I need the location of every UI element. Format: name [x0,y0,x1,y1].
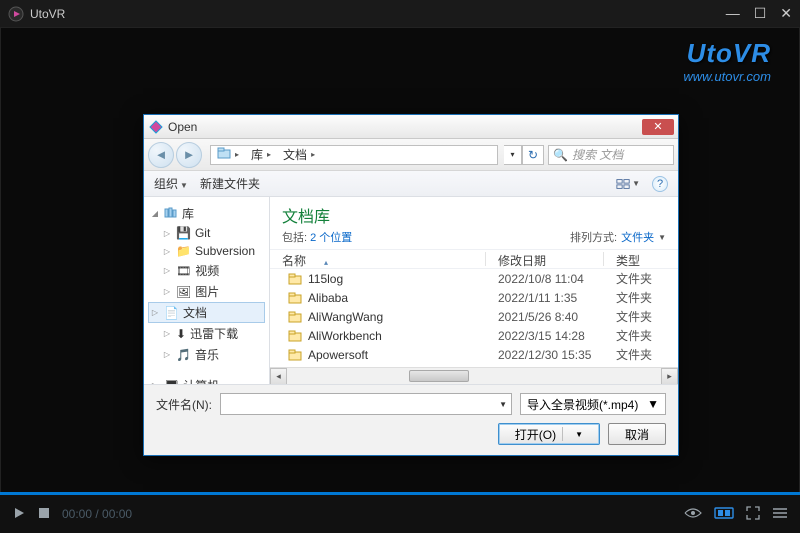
app-title: UtoVR [30,7,726,21]
folder-icon [288,330,302,342]
file-row[interactable]: Apowersoft2022/12/30 15:35文件夹 [270,345,678,364]
breadcrumb-history-button[interactable]: ▾ [504,145,522,165]
folder-icon [288,349,302,361]
playback-time: 00:00 / 00:00 [62,507,132,521]
brand-url: www.utovr.com [683,69,771,84]
tree-item-library[interactable]: ◢库 [148,203,265,224]
breadcrumb-seg-library[interactable]: 库▸ [245,146,277,163]
dialog-close-button[interactable]: ✕ [642,119,674,135]
dialog-title: Open [168,120,642,134]
folder-icon [288,273,302,285]
file-row[interactable]: 115log2022/10/8 11:04文件夹 [270,269,678,288]
dialog-nav: ◄ ► ▸ 库▸ 文档▸ ▾ ↻ 🔍 搜索 文档 [144,139,678,171]
maximize-button[interactable]: ☐ [754,5,767,22]
breadcrumb-seg-documents[interactable]: 文档▸ [277,146,321,163]
brand-name: UtoVR [683,38,771,69]
cancel-button[interactable]: 取消 [608,423,666,445]
column-header-name[interactable]: 名称▴ [270,250,486,268]
git-icon: 💾 [176,226,191,240]
search-placeholder: 搜索 文档 [572,146,623,163]
tree-item-document[interactable]: ▷📄文档 [148,302,265,323]
tree-item-svn[interactable]: ▷📁Subversion [148,242,265,260]
library-locations-link[interactable]: 2 个位置 [310,232,352,244]
fullscreen-button[interactable] [746,506,760,523]
sort-by-control[interactable]: 排列方式: 文件夹 ▼ [570,229,666,245]
column-header-date[interactable]: 修改日期 [486,250,604,268]
horizontal-scrollbar[interactable]: ◂▸ [270,367,678,384]
app-titlebar: UtoVR — ☐ ✕ [0,0,800,27]
tree-item-download[interactable]: ▷⬇迅雷下载 [148,323,265,344]
view-options-button[interactable]: ▼ [616,174,640,194]
file-row[interactable]: AliWorkbench2022/3/15 14:28文件夹 [270,326,678,345]
playlist-button[interactable] [772,506,788,522]
folder-icon [288,311,302,323]
tree-item-computer[interactable]: ▷🖥计算机 [148,375,265,384]
file-row[interactable]: AliWangWang2021/5/26 8:40文件夹 [270,307,678,326]
dialog-titlebar[interactable]: Open ✕ [144,115,678,139]
library-includes: 包括: 2 个位置 [282,229,352,245]
dialog-app-icon [148,119,164,135]
dialog-toolbar: 组织▼ 新建文件夹 ▼ ? [144,171,678,197]
filename-input[interactable]: ▼ [220,393,512,415]
folder-tree: ◢库 ▷💾Git ▷📁Subversion ▷🎞视频 ▷🖼图片 ▷📄文档 ▷⬇迅… [144,197,270,384]
column-headers: 名称▴ 修改日期 类型 [270,249,678,269]
column-header-type[interactable]: 类型 [604,250,678,268]
tree-item-music[interactable]: ▷🎵音乐 [148,344,265,365]
file-listing: 文档库 包括: 2 个位置 排列方式: 文件夹 ▼ 名称▴ 修改日期 类型 11… [270,197,678,384]
picture-icon: 🖼 [176,285,191,299]
player-controls: 00:00 / 00:00 [0,495,800,533]
library-title: 文档库 [282,203,352,227]
tree-item-git[interactable]: ▷💾Git [148,224,265,242]
brand: UtoVR www.utovr.com [683,38,771,84]
refresh-button[interactable]: ↻ [522,145,544,165]
help-button[interactable]: ? [652,176,668,192]
file-filter-select[interactable]: 导入全景视频(*.mp4)▼ [520,393,666,415]
close-button[interactable]: ✕ [780,5,792,22]
file-rows: 115log2022/10/8 11:04文件夹Alibaba2022/1/11… [270,269,678,367]
breadcrumb[interactable]: ▸ 库▸ 文档▸ [210,145,498,165]
play-button[interactable] [12,506,26,523]
vr-mode-button[interactable] [714,506,734,522]
video-icon: 🎞 [176,264,191,278]
dialog-footer: 文件名(N): ▼ 导入全景视频(*.mp4)▼ 打开(O)▼ 取消 [144,384,678,455]
folder-icon [288,292,302,304]
filename-label: 文件名(N): [156,396,212,413]
music-icon: 🎵 [176,348,191,362]
tree-item-picture[interactable]: ▷🖼图片 [148,281,265,302]
stop-button[interactable] [38,506,50,522]
app-logo-icon [8,6,24,22]
open-file-dialog: Open ✕ ◄ ► ▸ 库▸ 文档▸ ▾ ↻ 🔍 搜索 文档 组织▼ 新建文件… [143,114,679,456]
nav-forward-button[interactable]: ► [176,142,202,168]
minimize-button[interactable]: — [726,5,740,22]
search-input[interactable]: 🔍 搜索 文档 [548,145,674,165]
nav-back-button[interactable]: ◄ [148,142,174,168]
search-icon: 🔍 [553,148,568,162]
file-row[interactable]: Alibaba2022/1/11 1:35文件夹 [270,288,678,307]
eye-mode-button[interactable] [684,506,702,522]
tree-item-video[interactable]: ▷🎞视频 [148,260,265,281]
document-icon: 📄 [164,306,179,320]
open-button[interactable]: 打开(O)▼ [498,423,600,445]
library-icon [164,206,178,221]
download-icon: ⬇ [176,327,186,341]
app-viewport: UtoVR www.utovr.com Open ✕ ◄ ► ▸ 库▸ 文档▸ … [0,27,800,495]
library-icon [217,147,231,162]
organize-button[interactable]: 组织▼ [154,175,188,192]
svn-icon: 📁 [176,244,191,258]
new-folder-button[interactable]: 新建文件夹 [200,175,260,192]
